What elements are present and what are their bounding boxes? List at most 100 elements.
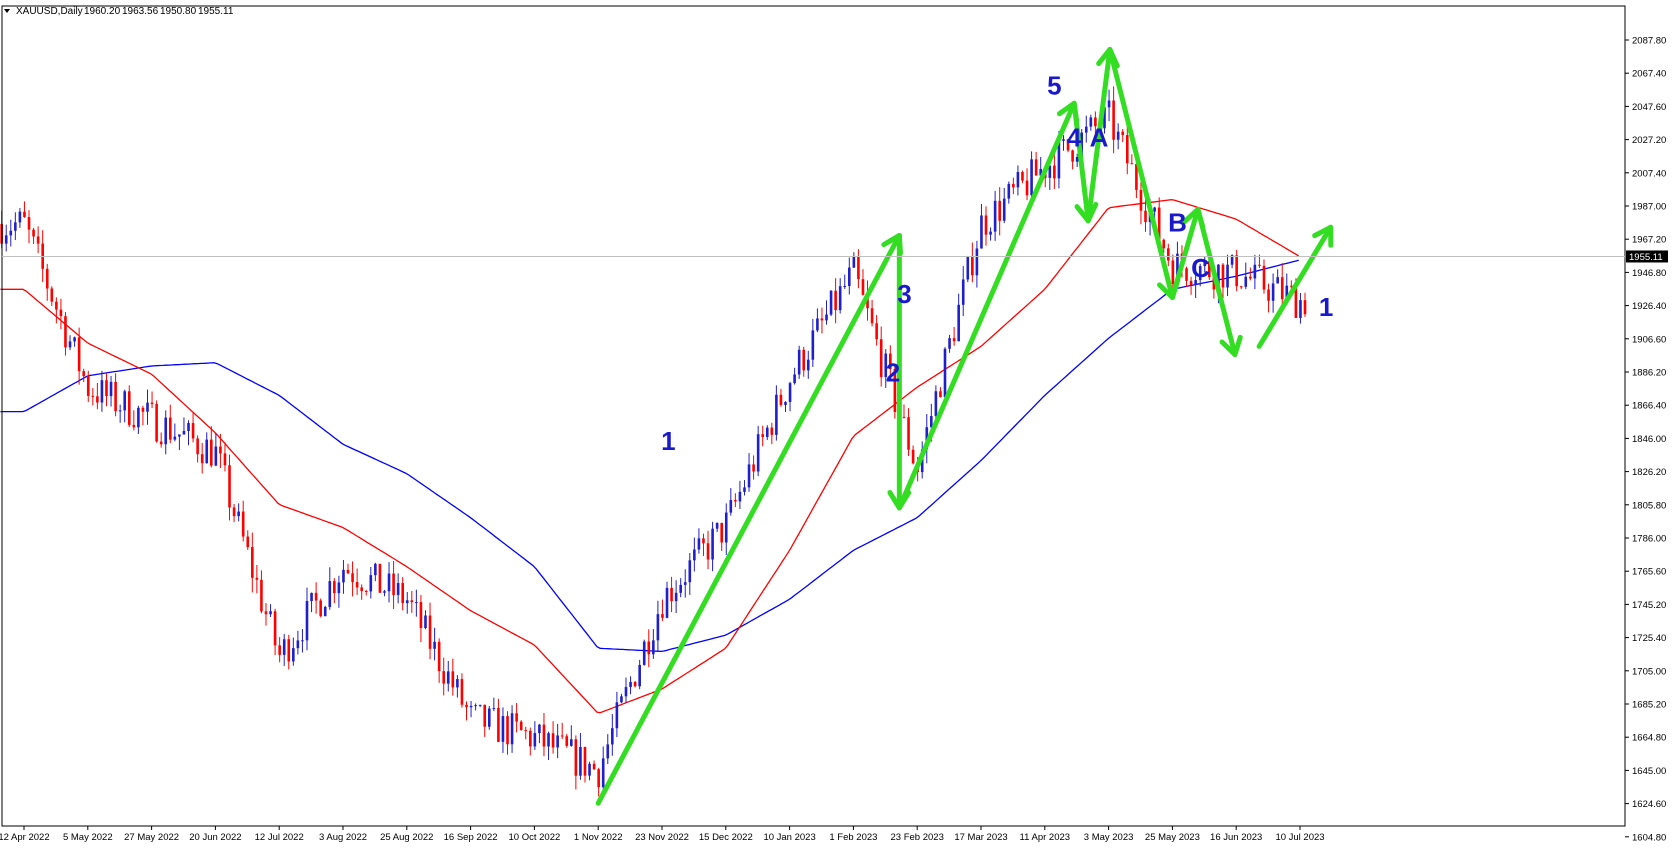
candle-body [734,499,737,502]
candle-body [793,374,796,384]
candle-body [902,416,906,418]
x-tick-label: 17 Mar 2023 [954,832,1007,843]
candle-body [683,582,687,585]
candle-body [624,687,628,697]
candle-body [510,713,514,745]
chart-window: 1 2 3 45A BC 1 2087.80 2067.40 2047.60 2027.20 20… [0,0,1680,844]
wave-label: B [1168,207,1187,237]
candle-body [720,522,723,543]
candle-body [1244,276,1248,287]
candle-body [542,724,546,747]
candle-body [374,563,377,576]
candle-body [615,702,619,729]
candle-body [907,417,910,450]
candle-body [460,679,464,705]
candle-body [1021,172,1024,181]
candle-body [797,349,801,375]
candle-body [752,464,755,472]
candle-body [387,573,391,592]
candle-body [141,407,145,412]
candle-body [524,730,528,732]
candle-body [200,454,204,464]
candle-body [724,512,728,543]
y-tick-label: 2027.20 [1632,135,1666,146]
candle-body [178,434,181,437]
x-tick-label: 10 Jan 2023 [763,832,815,843]
candle-body [756,434,760,472]
candle-body [301,640,304,642]
candle-body [32,229,35,237]
candle-body [159,441,163,445]
candle-body [45,268,49,289]
candle-body [55,301,58,310]
candle-body [1166,248,1170,261]
candle-body [446,671,450,684]
candle-body [428,615,432,649]
candle-body [27,217,31,230]
candle-body [971,256,974,276]
candle-body [1012,183,1015,188]
candle-body [1112,100,1115,140]
candle-body [679,584,682,593]
candle-body [1267,289,1270,301]
candle-body [474,705,477,707]
x-tick-label: 23 Nov 2022 [635,832,689,843]
candle-body [847,267,851,287]
candle-body [114,381,117,412]
x-tick-label: 10 Oct 2022 [509,832,561,843]
candle-body [1303,300,1307,315]
candle-body [652,640,655,655]
candle-body [1271,283,1275,301]
candle-body [1276,277,1279,284]
candle-body [711,528,714,560]
ohlc-open: 1960.20 [84,6,121,17]
candle-body [1025,180,1029,196]
wave-label: 5 [1047,70,1061,100]
symbol-title: XAUUSD,Daily [16,6,83,17]
candle-body [948,338,951,349]
candle-body [132,424,136,428]
candle-body [834,290,837,311]
candle-body [487,708,491,727]
candle-body [214,446,218,466]
candle-body [410,600,414,603]
candle-body [1171,260,1175,284]
candle-body [36,236,40,244]
candle-body [697,538,701,550]
candle-body [952,338,956,342]
y-tick-label: 1826.20 [1632,467,1666,478]
candle-body [64,316,67,348]
y-tick-label: 1987.00 [1632,202,1666,213]
candle-body [1016,172,1020,188]
ohlc-low: 1950.80 [160,6,197,17]
candle-body [820,318,824,321]
candle-body [497,707,500,742]
candle-body [501,716,505,742]
x-tick-label: 16 Sep 2022 [444,832,498,843]
candlestick-chart: 1 2 3 45A BC 1 2087.80 2067.40 2047.60 2027.20 20… [0,0,1680,844]
candle-body [980,215,983,249]
x-tick-label: 25 May 2023 [1145,832,1200,843]
candle-body [688,560,692,583]
candle-body [14,222,17,231]
y-tick-label: 1967.20 [1632,235,1666,246]
candle-body [378,563,382,593]
candle-body [251,547,254,578]
candle-body [784,401,787,405]
candle-body [168,417,172,440]
candle-body [1130,163,1134,165]
y-tick-label: 1745.20 [1632,600,1666,611]
candle-body [533,733,537,747]
wave-label: 1 [661,426,675,456]
candle-body [1262,265,1266,290]
candle-body [105,380,108,397]
candle-body [150,402,154,405]
candle-body [670,587,673,602]
candle-body [966,256,970,280]
candle-body [127,391,131,425]
candle-body [601,758,605,788]
candle-body [405,600,409,604]
candle-body [743,487,746,492]
candle-body [560,735,564,737]
wave-label: 3 [897,279,911,309]
